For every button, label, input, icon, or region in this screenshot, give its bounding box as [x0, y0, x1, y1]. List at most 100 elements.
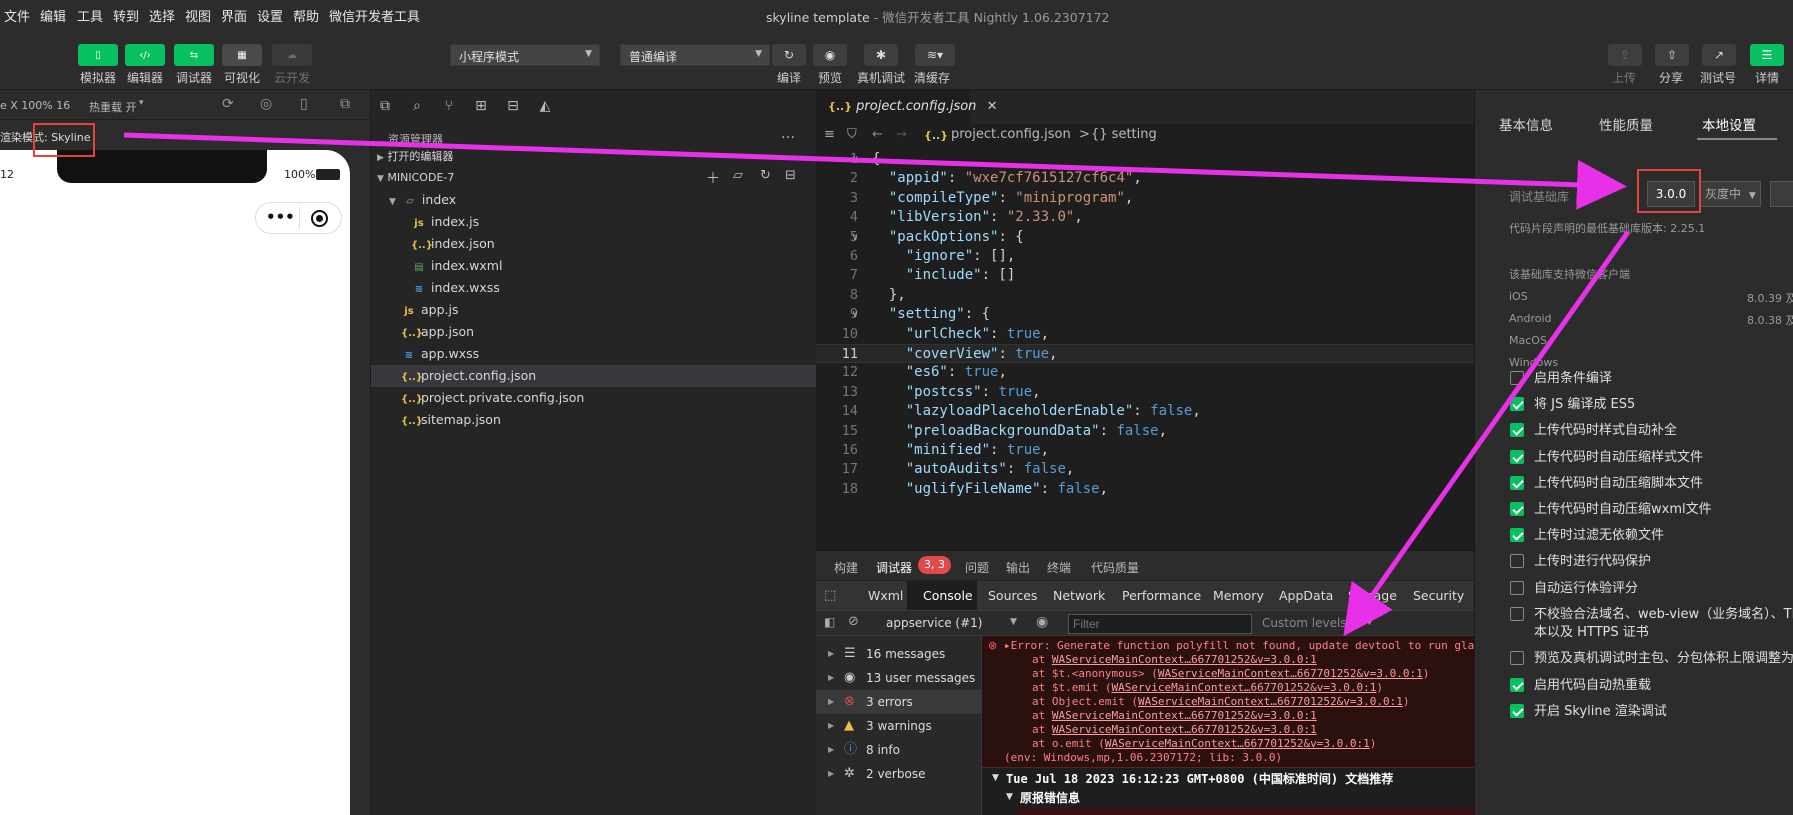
- inspect-icon[interactable]: ⬚: [824, 588, 836, 603]
- phone-icon[interactable]: ▯: [300, 96, 308, 112]
- breadcrumb-node[interactable]: {} setting: [1091, 127, 1157, 142]
- share-button[interactable]: ⇧: [1655, 44, 1689, 66]
- setting-option[interactable]: 自动运行体验评分: [1510, 578, 1638, 600]
- checkbox-unchecked[interactable]: [1510, 370, 1524, 385]
- console-filter-input[interactable]: [1068, 614, 1252, 634]
- file-item[interactable]: {..}project.private.config.json: [371, 387, 817, 409]
- open-editors-section[interactable]: ▶ 打开的编辑器: [371, 146, 817, 168]
- stack-link[interactable]: WAServiceMainContext…667701252&v=3.0.0:1: [1052, 709, 1317, 722]
- setting-option[interactable]: 上传代码时自动压缩wxml文件: [1510, 499, 1712, 521]
- tab-basic-info[interactable]: 基本信息: [1499, 114, 1553, 134]
- chevron-down-icon[interactable]: ▼: [1006, 792, 1013, 802]
- file-item[interactable]: {..}app.json: [371, 321, 817, 343]
- setting-option[interactable]: 将 JS 编译成 ES5: [1510, 394, 1635, 416]
- breadcrumb-file[interactable]: project.config.json: [951, 127, 1071, 142]
- tab-terminal[interactable]: 终端: [1047, 559, 1071, 576]
- checkbox-unchecked[interactable]: [1510, 580, 1524, 595]
- tab-output[interactable]: 输出: [1006, 559, 1030, 576]
- code-line[interactable]: 5 ∨ "packOptions": {: [816, 228, 1474, 247]
- checkbox-checked[interactable]: [1510, 677, 1524, 692]
- file-item[interactable]: {..}index.json: [371, 233, 817, 255]
- menu-file[interactable]: 文件: [4, 6, 30, 25]
- file-item[interactable]: ≋ app.wxss: [371, 343, 817, 365]
- checkbox-checked[interactable]: [1510, 501, 1524, 516]
- stack-link[interactable]: WAServiceMainContext…667701252&v=3.0.0:1: [1138, 695, 1403, 708]
- tab-debugger[interactable]: 调试器: [876, 559, 912, 576]
- forward-icon[interactable]: →: [896, 127, 907, 142]
- menu-interface[interactable]: 界面: [221, 6, 247, 25]
- console-filter-item[interactable]: ▶ ✲ 2 verbose: [816, 762, 982, 786]
- log-levels-select[interactable]: Custom levels: [1262, 616, 1347, 630]
- stack-link[interactable]: WAServiceMainContext…667701252&v=3.0.0:1: [1105, 737, 1370, 750]
- device-select[interactable]: e X 100% 16: [0, 99, 70, 112]
- code-line[interactable]: 9 ∨ "setting": {: [816, 305, 1474, 324]
- compile-select[interactable]: 普通编译 ▼: [620, 44, 770, 66]
- setting-option[interactable]: 上传时进行代码保护: [1510, 551, 1651, 573]
- new-file-icon[interactable]: ＋: [706, 168, 720, 188]
- clear-console-icon[interactable]: ⊘: [848, 614, 859, 629]
- tab-build[interactable]: 构建: [834, 559, 858, 576]
- stop-icon[interactable]: ◎: [260, 96, 272, 112]
- editor-tab-project-config[interactable]: {..} project.config.json ✕: [816, 90, 997, 124]
- tab-network[interactable]: Network: [1053, 588, 1105, 603]
- tab-console[interactable]: Console: [923, 588, 973, 603]
- extensions-icon[interactable]: ⊞: [472, 98, 490, 114]
- mode-select[interactable]: 小程序模式 ▼: [450, 44, 600, 66]
- checkbox-checked[interactable]: [1510, 422, 1524, 437]
- setting-option[interactable]: 上传时过滤无依赖文件: [1510, 525, 1664, 547]
- menu-edit[interactable]: 编辑: [40, 6, 66, 25]
- code-line[interactable]: 2 "appid": "wxe7cf7615127cf6c4",: [816, 169, 1474, 188]
- refresh-icon[interactable]: ↻: [760, 168, 771, 183]
- tab-performance-quality[interactable]: 性能质量: [1599, 114, 1653, 134]
- list-icon[interactable]: ≡: [824, 127, 835, 142]
- code-line[interactable]: 4 "libVersion": "2.33.0",: [816, 208, 1474, 227]
- folder-item[interactable]: ▼ ▱ index: [371, 189, 817, 211]
- tab-memory[interactable]: Memory: [1213, 588, 1264, 603]
- fold-icon[interactable]: ∨: [852, 305, 858, 324]
- details-button[interactable]: ☰: [1750, 44, 1784, 66]
- hot-reload-toggle[interactable]: 热重载 开: [89, 99, 137, 115]
- docker-icon[interactable]: ◭: [536, 98, 554, 114]
- code-line[interactable]: 6 "ignore": [],: [816, 247, 1474, 266]
- new-folder-icon[interactable]: ▱: [733, 168, 743, 183]
- setting-option[interactable]: 上传代码时自动压缩脚本文件: [1510, 473, 1703, 495]
- file-item[interactable]: {..}project.config.json: [371, 365, 817, 387]
- console-filter-item[interactable]: ▶ ▲ 3 warnings: [816, 714, 982, 738]
- checkbox-checked[interactable]: [1510, 475, 1524, 490]
- files-icon[interactable]: ⧉: [376, 98, 394, 114]
- search-icon[interactable]: ⌕: [408, 98, 426, 114]
- more-icon[interactable]: …: [781, 126, 795, 142]
- close-app-icon[interactable]: [311, 210, 328, 227]
- menu-devtools[interactable]: 微信开发者工具: [329, 6, 420, 25]
- bookmark-icon[interactable]: ⛉: [847, 127, 857, 142]
- sidebar-toggle-icon[interactable]: ◧: [824, 615, 835, 629]
- menu-view[interactable]: 视图: [185, 6, 211, 25]
- code-line[interactable]: 7 "include": []: [816, 266, 1474, 285]
- upload-button[interactable]: ⇪: [1608, 44, 1642, 66]
- simulator-toggle-button[interactable]: ▯: [78, 44, 118, 66]
- tab-security[interactable]: Security: [1413, 588, 1464, 603]
- code-line[interactable]: 18 "uglifyFileName": false,: [816, 480, 1474, 499]
- visual-toggle-button[interactable]: ▦: [222, 44, 262, 66]
- checkbox-checked[interactable]: [1510, 703, 1524, 718]
- tab-problems[interactable]: 问题: [965, 559, 989, 576]
- code-line[interactable]: 8 },: [816, 286, 1474, 305]
- menu-select[interactable]: 选择: [149, 6, 175, 25]
- rotate-icon[interactable]: ⟳: [222, 96, 234, 112]
- more-icon[interactable]: •••: [266, 208, 295, 226]
- tab-code-quality[interactable]: 代码质量: [1091, 559, 1139, 576]
- detach-icon[interactable]: ⧉: [340, 96, 350, 112]
- context-select[interactable]: appservice (#1): [886, 616, 982, 630]
- capsule-menu[interactable]: •••: [255, 202, 342, 234]
- back-icon[interactable]: ←: [872, 127, 883, 142]
- setting-option[interactable]: 启用代码自动热重载: [1510, 675, 1651, 697]
- close-icon[interactable]: ✕: [987, 99, 998, 114]
- cloud-button[interactable]: ☁: [272, 44, 312, 66]
- menu-help[interactable]: 帮助: [293, 6, 319, 25]
- file-item[interactable]: ≋ index.wxss: [371, 277, 817, 299]
- fold-icon[interactable]: ∨: [852, 228, 858, 247]
- test-account-button[interactable]: ↗: [1702, 44, 1736, 66]
- file-item[interactable]: js app.js: [371, 299, 817, 321]
- menu-tools[interactable]: 工具: [77, 6, 103, 25]
- console-filter-item[interactable]: ▶ ◉ 13 user messages: [816, 666, 982, 690]
